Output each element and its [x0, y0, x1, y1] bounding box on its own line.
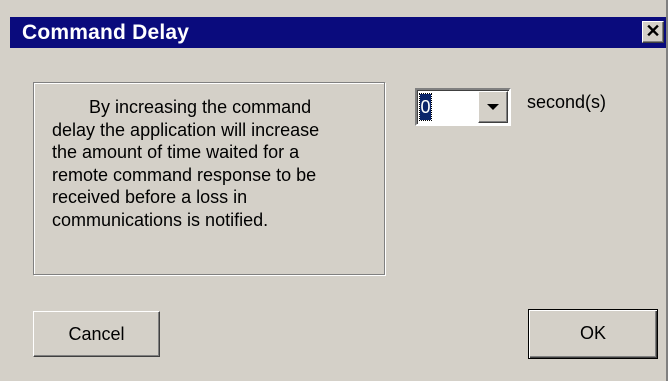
- info-text: By increasing the command delay the appl…: [52, 96, 372, 231]
- seconds-unit-label: second(s): [527, 92, 607, 112]
- dropdown-button[interactable]: [478, 91, 508, 123]
- info-line: By increasing the command: [89, 97, 312, 117]
- info-line: the amount of time waited for a: [52, 142, 300, 162]
- close-button[interactable]: ✕: [642, 21, 664, 43]
- chevron-down-icon: [487, 104, 499, 110]
- cancel-button[interactable]: Cancel: [33, 311, 160, 357]
- info-panel: By increasing the command delay the appl…: [33, 82, 385, 275]
- ok-button[interactable]: OK: [528, 309, 658, 359]
- info-line: communications is notified.: [52, 209, 269, 230]
- close-icon: ✕: [645, 21, 661, 41]
- info-line: delay the application will increase: [52, 119, 320, 140]
- title-bar: Command Delay ✕: [10, 17, 666, 48]
- dialog-title: Command Delay: [22, 21, 190, 44]
- delay-seconds-value: 0: [419, 93, 432, 121]
- command-delay-dialog: Command Delay ✕ By increasing the comman…: [0, 0, 668, 381]
- info-line: remote command response to be: [52, 164, 317, 185]
- info-line: received before a loss in: [52, 187, 248, 207]
- delay-seconds-select[interactable]: 0: [415, 88, 511, 126]
